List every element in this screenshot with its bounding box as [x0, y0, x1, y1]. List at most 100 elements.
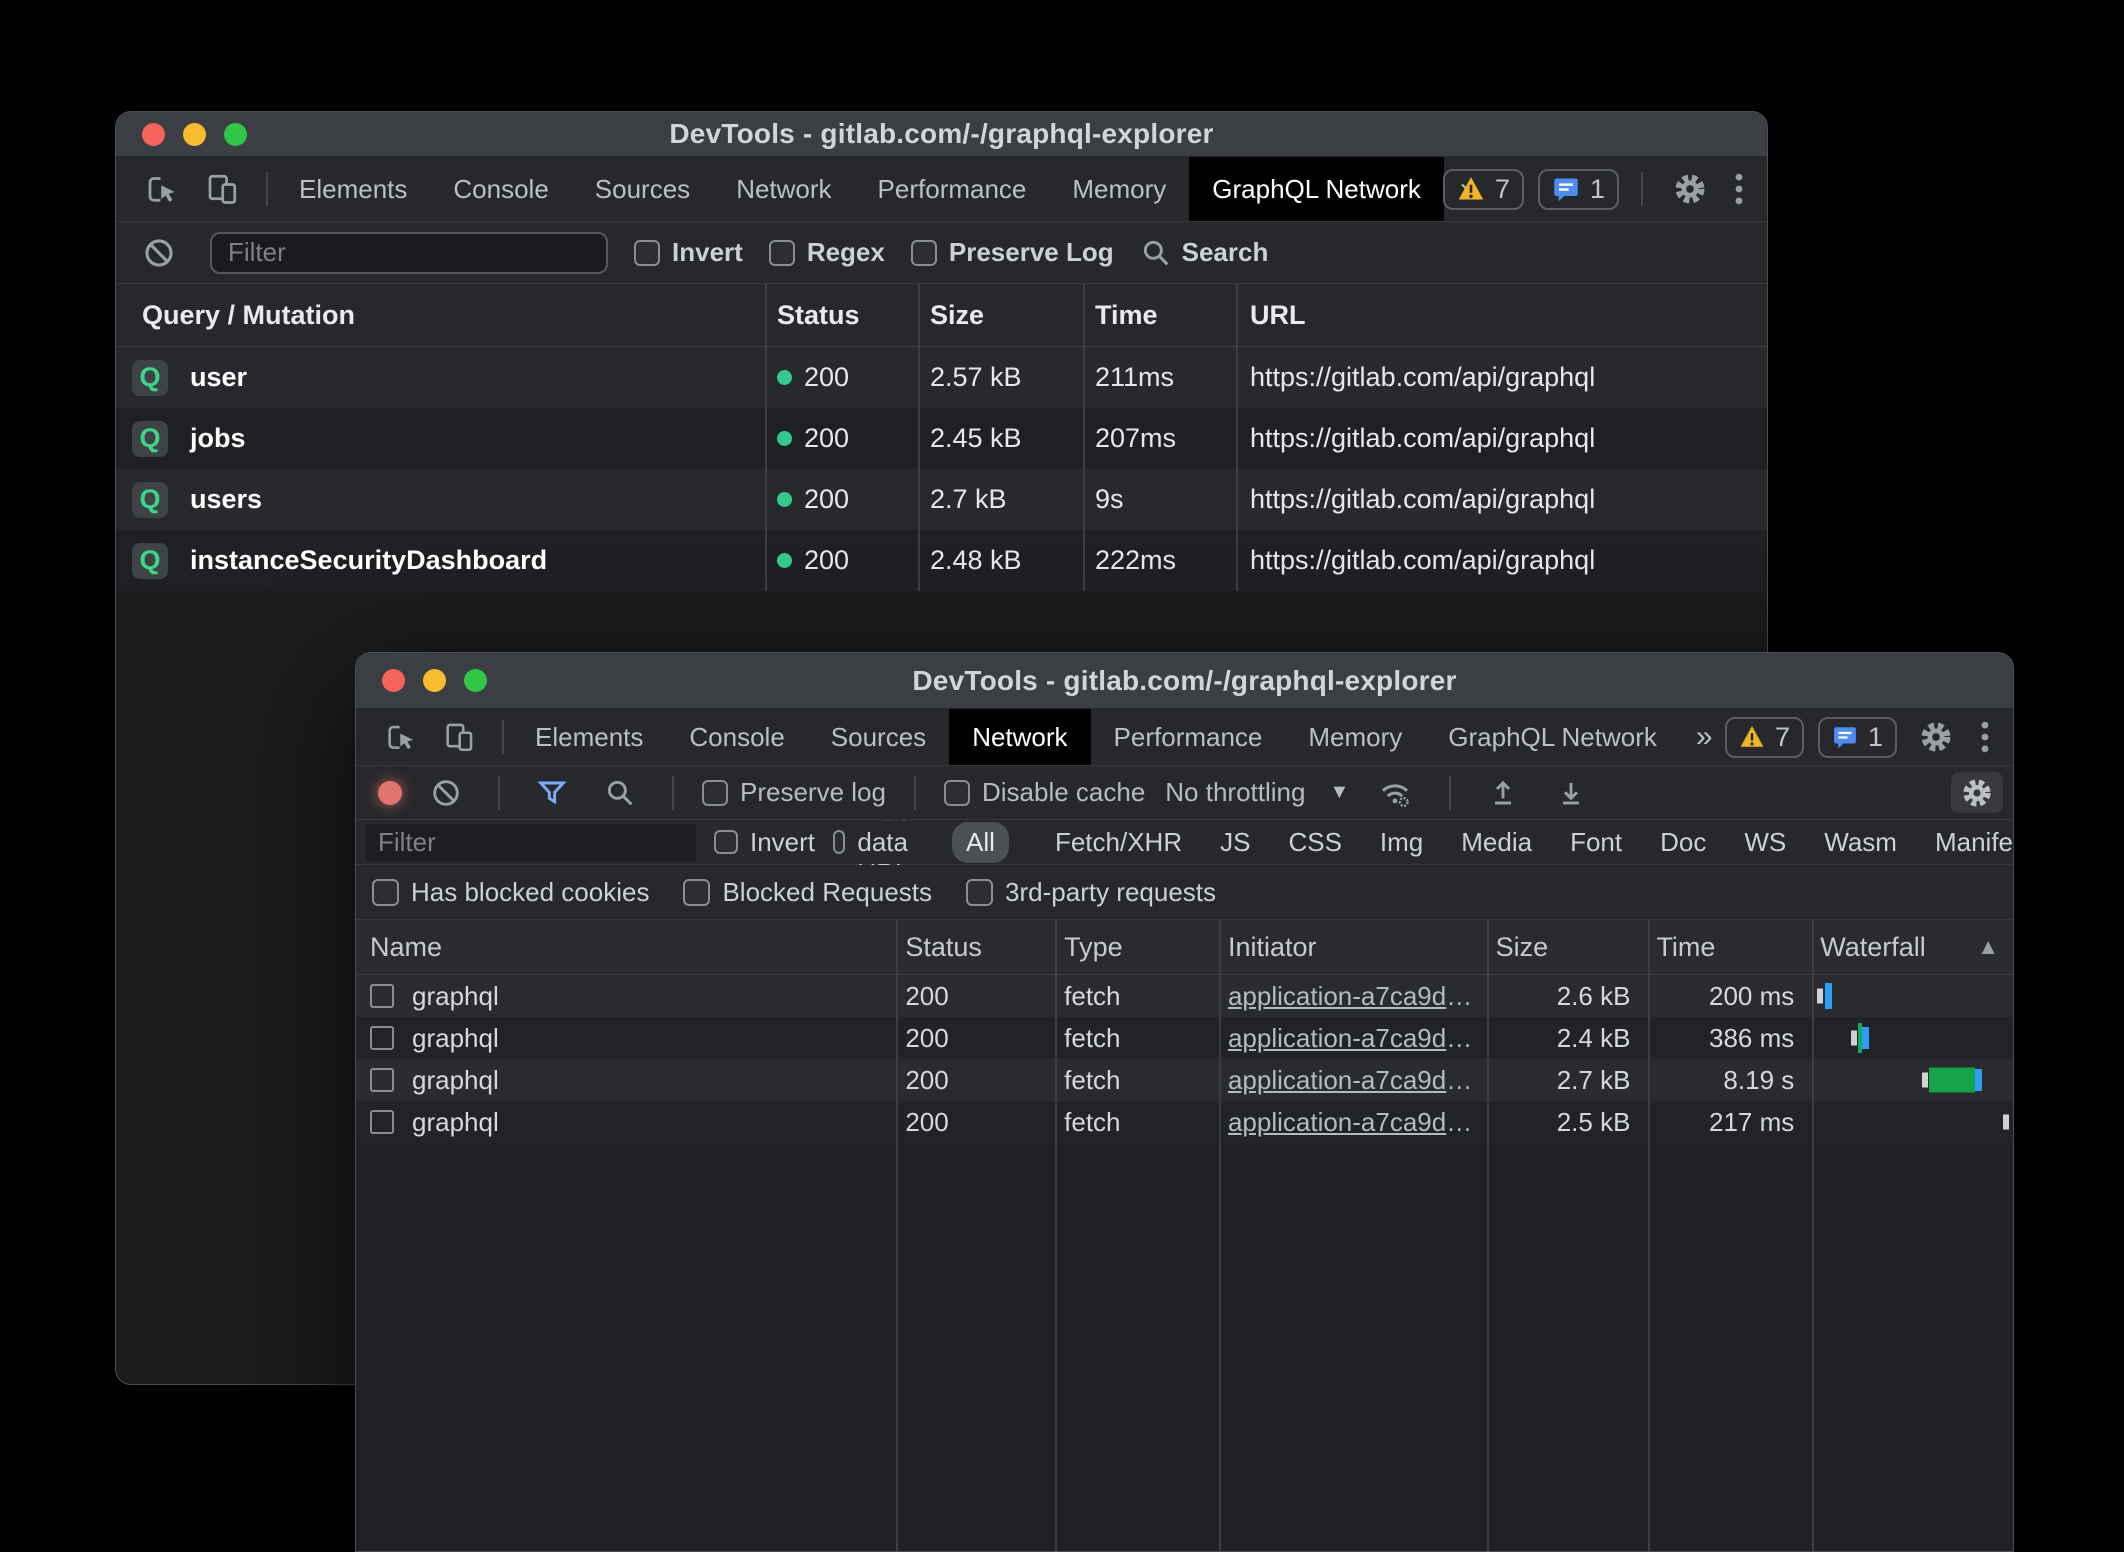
record-button[interactable]	[378, 781, 402, 805]
invert-checkbox[interactable]	[714, 830, 738, 854]
tab-network[interactable]: Network	[949, 709, 1090, 765]
row-checkbox[interactable]	[370, 984, 394, 1008]
column-header-status[interactable]: Status	[765, 284, 918, 346]
column-header-size[interactable]: Size	[918, 284, 1083, 346]
tab-performance[interactable]: Performance	[855, 157, 1050, 221]
column-divider[interactable]	[1648, 920, 1650, 1551]
minimize-window-button[interactable]	[423, 669, 446, 692]
inspect-element-icon[interactable]	[376, 716, 426, 758]
titlebar[interactable]: DevTools - gitlab.com/-/graphql-explorer	[356, 653, 2013, 709]
column-divider[interactable]	[1236, 284, 1238, 591]
warnings-badge[interactable]: 7	[1443, 169, 1524, 210]
waterfall-cell[interactable]	[1810, 1017, 2013, 1059]
tab-elements[interactable]: Elements	[512, 709, 666, 765]
type-chip-img[interactable]: Img	[1370, 822, 1433, 863]
column-header-initiator[interactable]: Initiator	[1218, 920, 1486, 974]
tab-graphql-network[interactable]: GraphQL Network	[1425, 709, 1680, 765]
column-divider[interactable]	[765, 284, 767, 591]
regex-checkbox[interactable]	[769, 240, 795, 266]
table-row[interactable]: graphql 200 fetch application-a7ca9d0… 2…	[356, 1059, 2013, 1101]
type-chip-fetch-xhr[interactable]: Fetch/XHR	[1045, 822, 1192, 863]
type-chip-wasm[interactable]: Wasm	[1814, 822, 1907, 863]
preserve-log-checkbox[interactable]	[911, 240, 937, 266]
column-header-time[interactable]: Time	[1646, 920, 1810, 974]
table-row[interactable]: graphql 200 fetch application-a7ca9d0… 2…	[356, 1101, 2013, 1143]
more-tabs-chevron-icon[interactable]: »	[1680, 709, 1729, 765]
column-header-url[interactable]: URL	[1236, 284, 1767, 346]
network-filter-input[interactable]	[366, 824, 696, 861]
waterfall-cell[interactable]	[1810, 975, 2013, 1017]
column-header-type[interactable]: Type	[1054, 920, 1218, 974]
hide-data-urls-checkbox[interactable]	[833, 830, 845, 854]
column-header-size[interactable]: Size	[1486, 920, 1647, 974]
type-chip-js[interactable]: JS	[1210, 822, 1260, 863]
disable-cache-checkbox-group[interactable]: Disable cache	[944, 777, 1145, 808]
initiator-link[interactable]: application-a7ca9d0…	[1228, 1065, 1486, 1096]
inspect-element-icon[interactable]	[136, 167, 188, 211]
type-chip-font[interactable]: Font	[1560, 822, 1632, 863]
zoom-window-button[interactable]	[224, 123, 247, 146]
waterfall-cell[interactable]	[1810, 1101, 2013, 1143]
column-divider[interactable]	[1055, 920, 1057, 1551]
column-header-name[interactable]: Name	[356, 920, 895, 974]
tab-memory[interactable]: Memory	[1285, 709, 1425, 765]
column-header-time[interactable]: Time	[1083, 284, 1236, 346]
row-checkbox[interactable]	[370, 1110, 394, 1134]
tab-console[interactable]: Console	[666, 709, 807, 765]
device-toolbar-icon[interactable]	[196, 167, 248, 211]
tab-sources[interactable]: Sources	[808, 709, 949, 765]
tab-elements[interactable]: Elements	[276, 157, 430, 221]
preserve-log-checkbox-group[interactable]: Preserve Log	[911, 237, 1114, 268]
has-blocked-cookies-checkbox-group[interactable]: Has blocked cookies	[372, 877, 649, 908]
column-header-query-mutation[interactable]: Query / Mutation	[116, 284, 765, 346]
clear-icon[interactable]	[422, 773, 470, 813]
more-options-icon[interactable]	[1729, 172, 1749, 206]
settings-gear-icon[interactable]	[1665, 168, 1715, 210]
titlebar[interactable]: DevTools - gitlab.com/-/graphql-explorer	[116, 112, 1767, 157]
table-row[interactable]: Q users 200 2.7 kB 9s https://gitlab.com…	[116, 469, 1767, 530]
tab-sources[interactable]: Sources	[572, 157, 713, 221]
third-party-requests-checkbox[interactable]	[966, 879, 993, 906]
table-row[interactable]: graphql 200 fetch application-a7ca9d0… 2…	[356, 975, 2013, 1017]
more-options-icon[interactable]	[1975, 720, 1995, 754]
column-header-waterfall[interactable]: Waterfall ▲	[1810, 920, 2013, 974]
search-button[interactable]: Search	[1140, 237, 1269, 269]
initiator-link[interactable]: application-a7ca9d0…	[1228, 1107, 1486, 1138]
table-row[interactable]: Q instanceSecurityDashboard 200 2.48 kB …	[116, 530, 1767, 591]
type-chip-media[interactable]: Media	[1451, 822, 1542, 863]
preserve-log-checkbox-group[interactable]: Preserve log	[702, 777, 886, 808]
issues-badge[interactable]: 1	[1818, 717, 1897, 758]
tab-memory[interactable]: Memory	[1049, 157, 1189, 221]
filter-input[interactable]	[210, 232, 608, 274]
export-har-icon[interactable]	[1547, 773, 1595, 813]
waterfall-cell[interactable]	[1810, 1059, 2013, 1101]
network-settings-gear-button[interactable]	[1951, 772, 2003, 813]
network-conditions-icon[interactable]	[1369, 771, 1421, 815]
invert-checkbox[interactable]	[634, 240, 660, 266]
blocked-requests-checkbox[interactable]	[683, 879, 710, 906]
settings-gear-icon[interactable]	[1911, 716, 1961, 758]
tab-graphql-network[interactable]: GraphQL Network	[1189, 157, 1444, 221]
initiator-link[interactable]: application-a7ca9d0…	[1228, 981, 1486, 1012]
issues-badge[interactable]: 1	[1538, 169, 1619, 210]
type-chip-manifest[interactable]: Manifest	[1925, 822, 2014, 863]
has-blocked-cookies-checkbox[interactable]	[372, 879, 399, 906]
search-icon[interactable]	[596, 773, 644, 813]
column-divider[interactable]	[1812, 920, 1814, 1551]
table-row[interactable]: graphql 200 fetch application-a7ca9d0… 2…	[356, 1017, 2013, 1059]
table-row[interactable]: Q user 200 2.57 kB 211ms https://gitlab.…	[116, 347, 1767, 408]
tab-performance[interactable]: Performance	[1091, 709, 1286, 765]
invert-checkbox-group[interactable]: Invert	[714, 827, 815, 858]
column-divider[interactable]	[896, 920, 898, 1551]
column-divider[interactable]	[1219, 920, 1221, 1551]
preserve-log-checkbox[interactable]	[702, 780, 728, 806]
regex-checkbox-group[interactable]: Regex	[769, 237, 885, 268]
type-chip-doc[interactable]: Doc	[1650, 822, 1716, 863]
tab-console[interactable]: Console	[430, 157, 571, 221]
column-divider[interactable]	[1083, 284, 1085, 591]
warnings-badge[interactable]: 7	[1725, 717, 1804, 758]
type-chip-ws[interactable]: WS	[1734, 822, 1796, 863]
device-toolbar-icon[interactable]	[434, 716, 484, 758]
close-window-button[interactable]	[382, 669, 405, 692]
close-window-button[interactable]	[142, 123, 165, 146]
